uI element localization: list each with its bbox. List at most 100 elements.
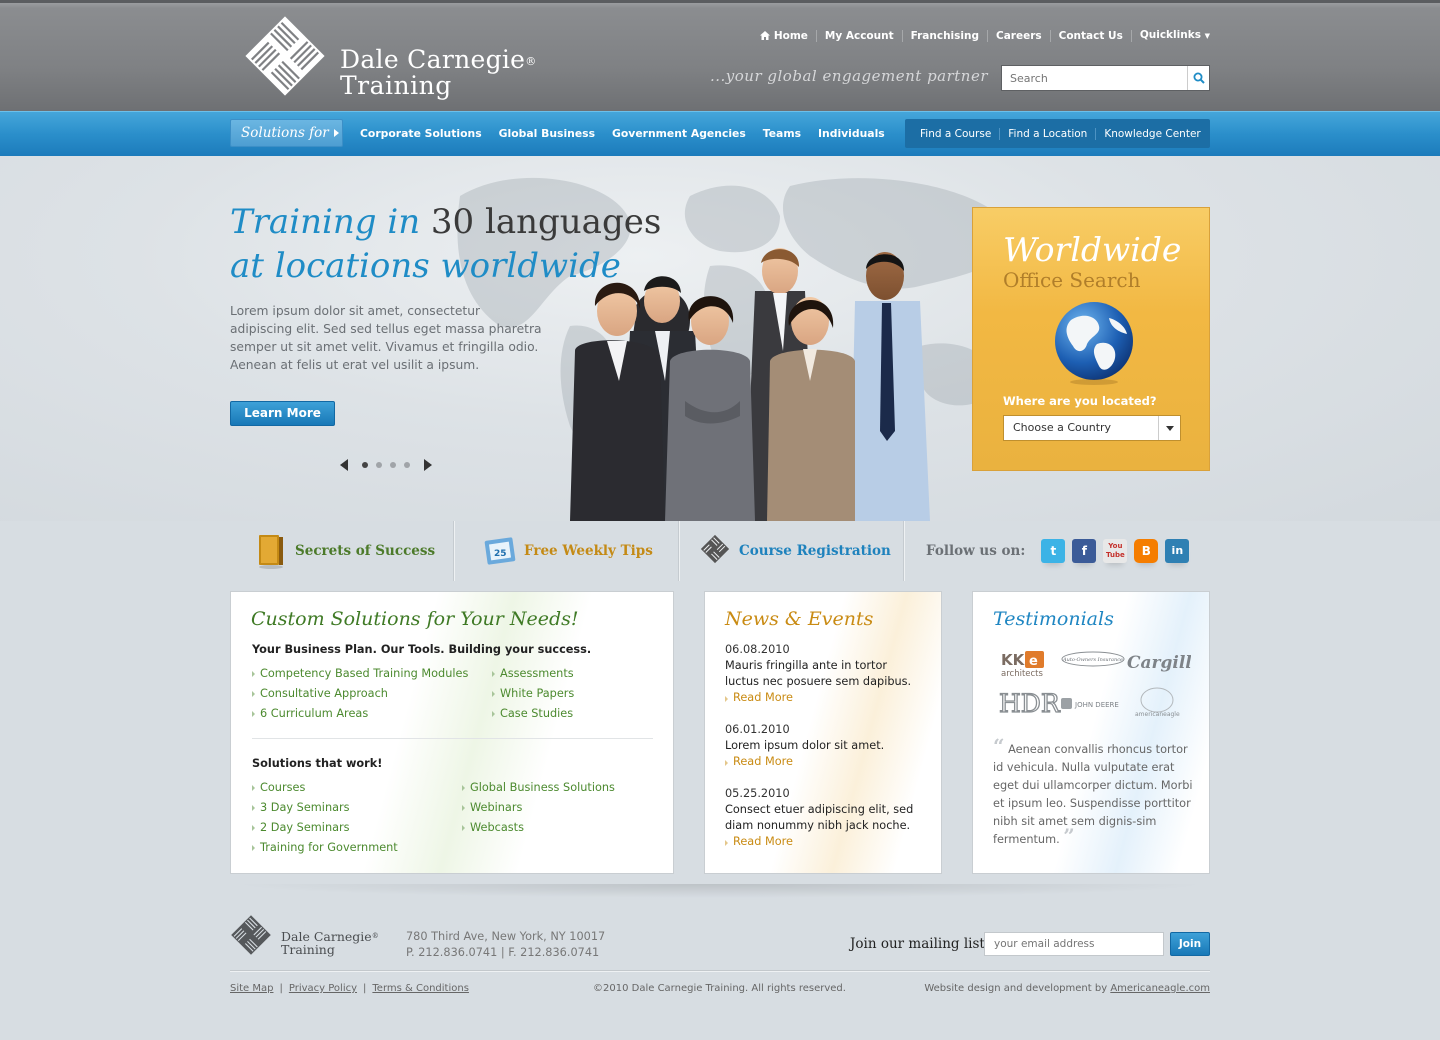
privacy-policy-link[interactable]: Privacy Policy: [289, 983, 357, 994]
cargill-logo: Cargill: [1127, 653, 1191, 673]
news-text: Lorem ipsum dolor sit amet.: [725, 739, 885, 752]
list-item[interactable]: 6 Curriculum Areas: [252, 704, 468, 724]
custom-solutions-box: Custom Solutions for Your Needs! Your Bu…: [230, 591, 674, 874]
next-slide-icon[interactable]: [424, 459, 432, 471]
free-weekly-tips-link[interactable]: 25 Free Weekly Tips: [454, 521, 679, 581]
youtube-icon[interactable]: You Tube: [1103, 539, 1128, 563]
course-registration-link[interactable]: Course Registration: [679, 521, 904, 581]
list-item[interactable]: Webinars: [462, 798, 615, 818]
util-nav-my-account[interactable]: My Account: [817, 29, 903, 42]
list-item[interactable]: 3 Day Seminars: [252, 798, 398, 818]
facebook-icon[interactable]: f: [1072, 539, 1097, 563]
news-date: 06.08.2010: [725, 643, 790, 656]
read-more-link[interactable]: Read More: [725, 691, 793, 704]
footer-logo-reg: ®: [371, 932, 379, 940]
quote-close-icon: ”: [1063, 824, 1075, 848]
blogger-icon[interactable]: B: [1134, 539, 1159, 563]
nav-find-a-location[interactable]: Find a Location: [1000, 127, 1097, 140]
prev-slide-icon[interactable]: [340, 459, 348, 471]
list-item[interactable]: Competency Based Training Modules: [252, 664, 468, 684]
follow-us-label: Follow us on:: [926, 543, 1026, 559]
list-item[interactable]: Consultative Approach: [252, 684, 468, 704]
john-deere-logo: JOHN DEERE: [1061, 698, 1119, 709]
list-item[interactable]: White Papers: [492, 684, 574, 704]
nav-teams[interactable]: Teams: [763, 127, 801, 140]
email-field[interactable]: [984, 932, 1164, 956]
svg-text:Cargill: Cargill: [1127, 653, 1191, 673]
feature-strip: Secrets of Success 25 Free Weekly Tips C…: [230, 521, 1210, 581]
hero-title-a: Training in: [230, 202, 431, 242]
dale-carnegie-logo-icon[interactable]: [244, 15, 326, 97]
list-item[interactable]: Webcasts: [462, 818, 615, 838]
slide-dot[interactable]: [390, 462, 396, 468]
globe-icon: [1055, 302, 1133, 385]
twitter-icon[interactable]: t: [1041, 539, 1066, 563]
solutions-for-label: Solutions for: [241, 125, 329, 141]
site-map-link[interactable]: Site Map: [230, 983, 273, 994]
secrets-of-success-label: Secrets of Success: [295, 543, 436, 559]
home-icon: [759, 30, 770, 40]
util-nav-franchising[interactable]: Franchising: [903, 29, 988, 42]
news-item: 06.01.2010 Lorem ipsum dolor sit amet. R…: [725, 722, 921, 770]
learn-more-button[interactable]: Learn More: [230, 401, 335, 426]
solutions-nav: Corporate Solutions Global Business Gove…: [360, 127, 902, 140]
list-item[interactable]: Training for Government: [252, 838, 398, 858]
nav-corporate-solutions[interactable]: Corporate Solutions: [360, 127, 482, 140]
util-nav-home[interactable]: Home: [752, 29, 817, 42]
copyright: ©2010 Dale Carnegie Training. All rights…: [593, 983, 846, 994]
nav-knowledge-center[interactable]: Knowledge Center: [1096, 128, 1208, 140]
svg-text:JOHN DEERE: JOHN DEERE: [1074, 701, 1119, 709]
logo-line1: Dale Carnegie: [340, 45, 526, 74]
main-navigation-bar: Solutions for Corporate Solutions Global…: [0, 111, 1440, 156]
util-nav-quicklinks[interactable]: Quicklinks ▼: [1132, 29, 1210, 42]
slide-dot[interactable]: [404, 462, 410, 468]
nav-find-a-course[interactable]: Find a Course: [912, 127, 1001, 140]
list-item[interactable]: Courses: [252, 778, 398, 798]
footer-logo-icon[interactable]: [230, 914, 272, 956]
americaneagle-link[interactable]: Americaneagle.com: [1110, 983, 1210, 994]
list-item[interactable]: Case Studies: [492, 704, 574, 724]
site-logo-text[interactable]: Dale Carnegie® Training: [340, 47, 537, 99]
testimonials-box: Testimonials KK e architects Auto-Owners…: [972, 591, 1210, 874]
slide-dot[interactable]: [362, 462, 368, 468]
nav-individuals[interactable]: Individuals: [818, 127, 885, 140]
util-nav-careers[interactable]: Careers: [988, 29, 1051, 42]
quick-actions-nav: Find a Course Find a Location Knowledge …: [905, 119, 1210, 148]
hdr-logo: HDR: [998, 688, 1061, 718]
footer-address: 780 Third Ave, New York, NY 10017 P. 212…: [406, 929, 605, 961]
search-input[interactable]: [1002, 66, 1186, 90]
address-line: 780 Third Ave, New York, NY 10017: [406, 930, 606, 943]
client-logos: KK e architects Auto-Owners Insurance Ca…: [998, 651, 1191, 719]
terms-conditions-link[interactable]: Terms & Conditions: [372, 983, 469, 994]
chevron-down-icon: [1158, 416, 1180, 440]
solutions-list-right: Assessments White Papers Case Studies: [492, 664, 574, 724]
util-nav-contact-us[interactable]: Contact Us: [1051, 29, 1132, 42]
join-button[interactable]: Join: [1170, 932, 1210, 956]
list-item[interactable]: Global Business Solutions: [462, 778, 615, 798]
news-events-box: News & Events 06.08.2010 Mauris fringill…: [704, 591, 942, 874]
solutions-work-list-left: Courses 3 Day Seminars 2 Day Seminars Tr…: [252, 778, 398, 858]
country-select[interactable]: Choose a Country: [1003, 415, 1181, 441]
list-item[interactable]: Assessments: [492, 664, 574, 684]
slide-dot[interactable]: [376, 462, 382, 468]
svg-text:25: 25: [494, 549, 507, 559]
news-date: 05.25.2010: [725, 787, 790, 800]
testimonials-title: Testimonials: [993, 608, 1114, 630]
search-button[interactable]: [1187, 66, 1209, 90]
utility-nav: Home My Account Franchising Careers Cont…: [752, 29, 1210, 42]
solutions-for-button[interactable]: Solutions for: [230, 119, 343, 147]
list-item[interactable]: 2 Day Seminars: [252, 818, 398, 838]
logo-line2: Training: [340, 71, 452, 100]
svg-text:KK: KK: [1001, 651, 1026, 669]
testimonial-quote: “ Aenean convallis rhoncus tortor id veh…: [993, 736, 1193, 849]
read-more-link[interactable]: Read More: [725, 755, 793, 768]
nav-global-business[interactable]: Global Business: [499, 127, 595, 140]
read-more-link[interactable]: Read More: [725, 835, 793, 848]
secrets-of-success-link[interactable]: Secrets of Success: [230, 521, 454, 581]
follow-us: Follow us on: t f You Tube B in: [904, 539, 1196, 563]
news-events-title: News & Events: [725, 608, 874, 630]
kke-architects-logo: KK e architects: [1001, 651, 1044, 679]
linkedin-icon[interactable]: in: [1165, 539, 1190, 563]
nav-government-agencies[interactable]: Government Agencies: [612, 127, 746, 140]
quicklinks-label: Quicklinks: [1139, 29, 1201, 41]
